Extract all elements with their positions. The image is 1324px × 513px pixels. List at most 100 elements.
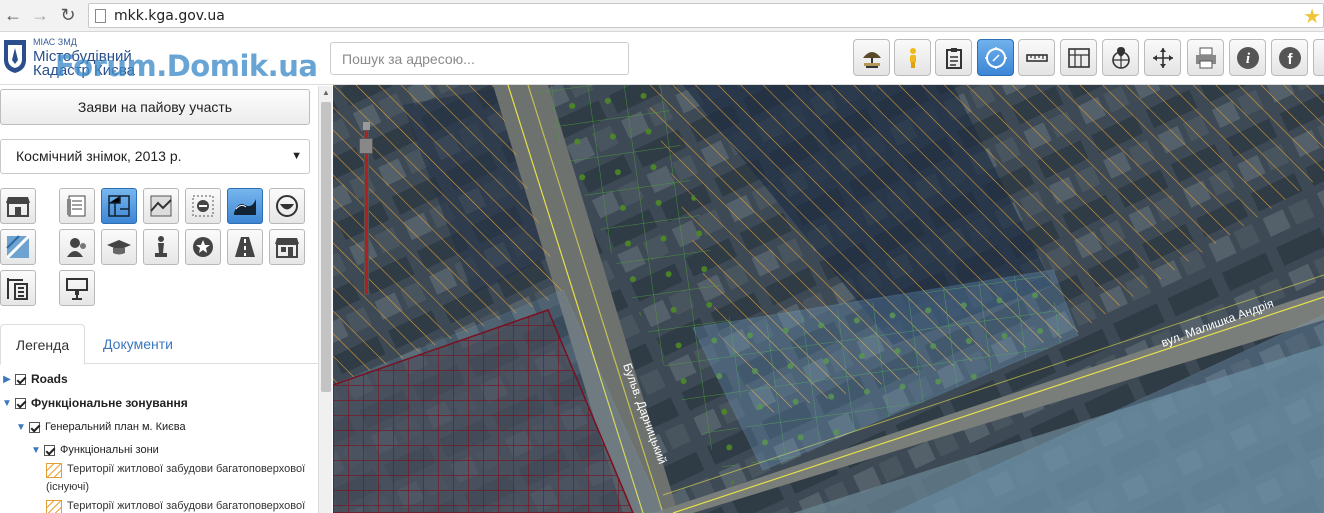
- app-header: МІАС ЗМД Містобудівний Кадастр Києва For…: [0, 33, 1324, 97]
- layer-button-monuments[interactable]: [143, 229, 179, 265]
- facebook-button[interactable]: f: [1271, 39, 1308, 76]
- layer-button-cadastre[interactable]: [101, 188, 137, 224]
- tree-item-zones[interactable]: ▼ Функціональні зони: [31, 440, 159, 460]
- tree-label: Генеральний план м. Києва: [45, 421, 186, 433]
- legend-swatch: [46, 463, 62, 478]
- collapse-arrow-icon[interactable]: ▼: [2, 398, 12, 409]
- print-button[interactable]: [1187, 39, 1224, 76]
- layer-checkbox[interactable]: [44, 444, 55, 456]
- collapse-arrow-icon[interactable]: ▼: [16, 422, 26, 433]
- address-bar[interactable]: mkk.kga.gov.ua ★: [88, 3, 1324, 28]
- layer-button-police[interactable]: [185, 229, 221, 265]
- sidebar: Заяви на пайову участь Космічний знімок,…: [0, 86, 318, 513]
- billboard-icon: [66, 278, 88, 300]
- graduation-cap-icon: [107, 240, 131, 255]
- umbrella-icon: [862, 51, 881, 68]
- facebook-icon: f: [1278, 46, 1301, 69]
- restricted-zone-icon: [192, 195, 214, 217]
- basemap-selected-value: Космічний знімок, 2013 р.: [16, 148, 182, 164]
- pan-button[interactable]: [1144, 39, 1181, 76]
- police-badge-icon: [193, 237, 213, 257]
- info-button[interactable]: i: [1229, 39, 1266, 76]
- locate-button[interactable]: [1102, 39, 1139, 76]
- legend-swatch: [46, 500, 62, 513]
- tree-item-roads[interactable]: ▶ Roads: [2, 369, 68, 389]
- layer-button-protected[interactable]: [269, 188, 305, 224]
- logo-subtitle: МІАС ЗМД: [33, 37, 77, 47]
- layer-checkbox[interactable]: [29, 421, 40, 433]
- scroll-up-arrow-icon[interactable]: ▲: [322, 88, 330, 97]
- sidebar-scrollbar[interactable]: ▲: [318, 86, 332, 513]
- kyiv-emblem-icon: [4, 40, 26, 73]
- layer-checkbox[interactable]: [15, 397, 26, 409]
- plan-icon: [1067, 47, 1090, 68]
- layer-button-water[interactable]: [227, 188, 263, 224]
- plan-button[interactable]: [1060, 39, 1097, 76]
- bookmark-star-icon[interactable]: ★: [1303, 4, 1321, 29]
- zoom-slider-top[interactable]: [363, 122, 370, 130]
- layer-button-satellite[interactable]: [0, 229, 36, 265]
- layer-button-population[interactable]: [59, 229, 95, 265]
- map-view[interactable]: вул. Малишка Андрія Бульв. Дарницький: [333, 85, 1324, 513]
- monument-icon: [155, 236, 167, 257]
- collapse-arrow-icon[interactable]: ▼: [31, 445, 41, 456]
- layer-button-terrain[interactable]: [143, 188, 179, 224]
- compass-icon: [984, 46, 1007, 69]
- ruler-icon: [1025, 53, 1048, 62]
- url-text: mkk.kga.gov.ua: [114, 8, 225, 24]
- storefront-icon: [6, 197, 30, 217]
- layer-button-shops[interactable]: [0, 188, 36, 224]
- people-icon: [67, 238, 86, 257]
- printer-icon: [1195, 47, 1216, 68]
- person-icon: [909, 47, 916, 68]
- tree-item-zoning[interactable]: ▼ Функціональне зонування: [2, 393, 188, 413]
- legend-item-text: (існуючі): [46, 481, 90, 493]
- umbrella-tool-button[interactable]: [853, 39, 890, 76]
- clipboard-button[interactable]: [935, 39, 972, 76]
- navigation-button[interactable]: [977, 39, 1014, 76]
- watermark: Forum.Domik.ua: [55, 49, 318, 83]
- measure-button[interactable]: [1018, 39, 1055, 76]
- layer-button-restricted[interactable]: [185, 188, 221, 224]
- zoom-slider-track[interactable]: [364, 130, 369, 295]
- terrain-icon: [150, 195, 172, 217]
- legend-item-text: Території житлової забудови багатоповерх…: [67, 463, 306, 475]
- tab-legend[interactable]: Легенда: [0, 324, 85, 365]
- browser-toolbar: ← → ↻ mkk.kga.gov.ua ★: [0, 0, 1324, 32]
- tree-label: Функціональне зонування: [31, 396, 188, 410]
- address-search-input[interactable]: [330, 42, 629, 75]
- layer-button-roads[interactable]: [227, 229, 263, 265]
- layer-checkbox[interactable]: [15, 373, 26, 385]
- shield-leaf-icon: [276, 195, 298, 217]
- more-tools-button[interactable]: [1313, 39, 1324, 76]
- back-arrow-icon[interactable]: ←: [3, 5, 23, 25]
- satellite-map-icon: [5, 234, 31, 260]
- info-icon: i: [1236, 46, 1259, 69]
- cadastre-map-icon: [108, 195, 130, 217]
- layer-button-construction[interactable]: [0, 270, 36, 306]
- expand-arrow-icon[interactable]: ▶: [2, 374, 12, 385]
- tree-label: Функціональні зони: [60, 444, 159, 456]
- market-icon: [275, 238, 299, 258]
- sidebar-tabs: Легенда Документи: [0, 324, 318, 365]
- road-icon: [235, 237, 255, 257]
- water-zone-icon: [234, 199, 256, 215]
- layer-button-documents[interactable]: [59, 188, 95, 224]
- layer-button-markets[interactable]: [269, 229, 305, 265]
- documents-icon: [67, 195, 86, 217]
- street-view-button[interactable]: [894, 39, 931, 76]
- scrollbar-thumb[interactable]: [321, 102, 331, 392]
- page-icon: [95, 9, 106, 23]
- basemap-select[interactable]: Космічний знімок, 2013 р. ▼: [0, 139, 310, 174]
- globe-pin-icon: [1111, 46, 1130, 69]
- forward-arrow-icon[interactable]: →: [30, 5, 50, 25]
- satellite-map-layer: вул. Малишка Андрія Бульв. Дарницький: [333, 85, 1324, 513]
- pai-applications-button[interactable]: Заяви на пайову участь: [0, 89, 310, 125]
- reload-icon[interactable]: ↻: [58, 5, 78, 25]
- tree-item-genplan[interactable]: ▼ Генеральний план м. Києва: [16, 417, 186, 437]
- zoom-slider-handle[interactable]: [359, 138, 373, 154]
- crane-building-icon: [7, 278, 28, 300]
- layer-button-education[interactable]: [101, 229, 137, 265]
- tab-documents[interactable]: Документи: [88, 324, 188, 364]
- layer-button-billboards[interactable]: [59, 270, 95, 306]
